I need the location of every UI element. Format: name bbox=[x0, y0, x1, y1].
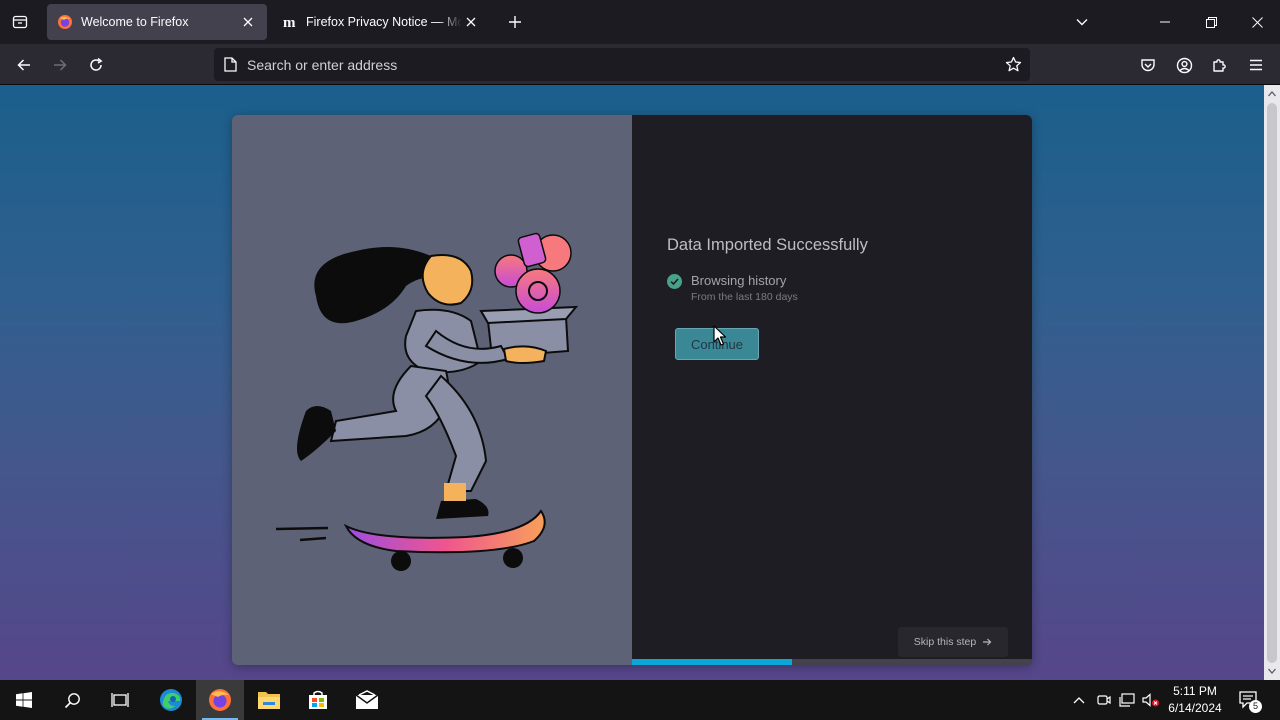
reload-button[interactable] bbox=[81, 50, 111, 80]
taskbar-file-explorer[interactable] bbox=[245, 680, 293, 720]
scrollbar-thumb[interactable] bbox=[1267, 103, 1277, 663]
taskbar-store[interactable] bbox=[294, 680, 342, 720]
taskbar-firefox[interactable] bbox=[196, 680, 244, 720]
account-icon bbox=[1176, 57, 1192, 73]
new-tab-button[interactable] bbox=[502, 8, 528, 36]
store-icon bbox=[309, 690, 327, 709]
list-all-tabs-button[interactable] bbox=[1068, 8, 1096, 36]
illustration-panel bbox=[232, 115, 632, 665]
onboarding-card: Data Imported Successfully Browsing hist… bbox=[232, 115, 1032, 665]
restore-icon bbox=[1205, 16, 1217, 28]
taskbar-edge[interactable] bbox=[147, 680, 195, 720]
notification-count-badge: 5 bbox=[1249, 700, 1262, 713]
firefox-icon bbox=[57, 14, 73, 30]
star-icon bbox=[1005, 56, 1021, 72]
svg-text:m: m bbox=[283, 15, 296, 30]
check-circle-icon bbox=[667, 274, 682, 289]
close-tab-icon[interactable] bbox=[239, 13, 257, 31]
reload-icon bbox=[90, 57, 103, 71]
start-button[interactable] bbox=[0, 680, 48, 720]
close-tab-icon[interactable] bbox=[462, 13, 480, 31]
page-content: Data Imported Successfully Browsing hist… bbox=[0, 85, 1264, 680]
imported-item: Browsing history From the last 180 days bbox=[667, 273, 798, 303]
meet-now-button[interactable] bbox=[1093, 680, 1115, 720]
vertical-scrollbar[interactable] bbox=[1264, 85, 1280, 680]
taskbar-search-button[interactable] bbox=[48, 680, 96, 720]
progress-fill bbox=[632, 659, 792, 665]
scroll-up-icon[interactable] bbox=[1264, 86, 1280, 102]
pocket-icon bbox=[1141, 59, 1155, 72]
tab-welcome[interactable]: Welcome to Firefox bbox=[47, 4, 267, 40]
windows-taskbar: 5:11 PM 6/14/2024 5 bbox=[0, 680, 1280, 720]
volume-button[interactable] bbox=[1140, 680, 1162, 720]
search-icon bbox=[64, 692, 80, 708]
restore-button[interactable] bbox=[1188, 0, 1234, 44]
chevron-down-icon bbox=[1076, 19, 1088, 26]
firefox-view-icon bbox=[12, 15, 28, 29]
arrow-left-icon bbox=[17, 59, 30, 71]
arrow-right-icon bbox=[54, 59, 67, 71]
notification-center-button[interactable]: 5 bbox=[1234, 680, 1264, 720]
meet-now-icon bbox=[1097, 695, 1111, 705]
start-icon bbox=[16, 692, 32, 708]
tab-strip: Welcome to Firefox m Firefox Privacy Not… bbox=[0, 0, 1280, 44]
hamburger-menu-icon bbox=[1250, 59, 1262, 71]
onboarding-progress-bar bbox=[632, 659, 1032, 665]
taskbar-mail[interactable] bbox=[343, 680, 391, 720]
minimize-icon bbox=[1160, 21, 1170, 23]
chevron-up-icon bbox=[1073, 697, 1085, 704]
minimize-button[interactable] bbox=[1142, 0, 1188, 44]
imported-item-title: Browsing history bbox=[691, 273, 787, 288]
import-status-panel: Data Imported Successfully Browsing hist… bbox=[632, 115, 1032, 665]
firefox-view-button[interactable] bbox=[6, 8, 34, 36]
mozilla-m-icon: m bbox=[282, 14, 298, 30]
app-menu-button[interactable] bbox=[1241, 50, 1271, 80]
network-icon bbox=[1119, 693, 1135, 707]
skip-step-label: Skip this step bbox=[913, 636, 977, 648]
imported-item-subtitle: From the last 180 days bbox=[691, 291, 798, 303]
close-window-button[interactable] bbox=[1234, 0, 1280, 44]
task-view-button[interactable] bbox=[96, 680, 144, 720]
skateboarder-illustration bbox=[276, 232, 579, 571]
firefox-icon bbox=[209, 689, 231, 711]
account-button[interactable] bbox=[1169, 50, 1199, 80]
bookmark-star-button[interactable] bbox=[998, 50, 1028, 80]
tab-title: Welcome to Firefox bbox=[81, 15, 189, 29]
mail-icon bbox=[355, 690, 379, 709]
clock-time: 5:11 PM bbox=[1173, 684, 1217, 698]
page-icon bbox=[222, 57, 238, 73]
task-view-icon bbox=[111, 693, 129, 707]
tab-title: Firefox Privacy Notice — Mozilla bbox=[306, 15, 462, 29]
show-hidden-icons-button[interactable] bbox=[1068, 680, 1090, 720]
tab-privacy-notice[interactable]: m Firefox Privacy Notice — Mozilla bbox=[272, 4, 490, 40]
forward-button[interactable] bbox=[45, 50, 75, 80]
puzzle-icon bbox=[1213, 59, 1226, 72]
mouse-cursor-icon bbox=[713, 325, 727, 346]
pocket-button[interactable] bbox=[1133, 50, 1163, 80]
page-title: Data Imported Successfully bbox=[667, 236, 868, 254]
close-icon bbox=[1251, 16, 1263, 28]
system-clock[interactable]: 5:11 PM 6/14/2024 bbox=[1160, 683, 1230, 717]
plus-icon bbox=[509, 16, 521, 28]
navigation-toolbar bbox=[0, 44, 1280, 85]
volume-muted-icon bbox=[1142, 693, 1159, 707]
network-button[interactable] bbox=[1116, 680, 1138, 720]
clock-date: 6/14/2024 bbox=[1168, 701, 1222, 715]
edge-icon bbox=[160, 689, 182, 711]
arrow-right-icon bbox=[982, 637, 992, 647]
extensions-button[interactable] bbox=[1205, 50, 1235, 80]
address-bar[interactable] bbox=[214, 48, 1030, 81]
skip-step-button[interactable]: Skip this step bbox=[898, 627, 1008, 657]
file-explorer-icon bbox=[258, 692, 280, 709]
address-input[interactable] bbox=[247, 56, 998, 73]
scroll-down-icon[interactable] bbox=[1264, 663, 1280, 679]
back-button[interactable] bbox=[9, 50, 39, 80]
